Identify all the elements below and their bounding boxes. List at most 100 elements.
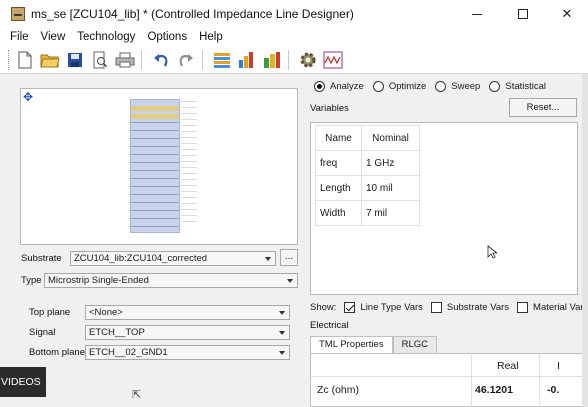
mode-sweep-radio[interactable]: Sweep xyxy=(435,81,480,92)
mouse-pointer-icon xyxy=(487,245,497,259)
column-header-real: Real xyxy=(497,360,519,372)
top-plane-select[interactable]: <None> xyxy=(85,305,290,320)
move-icon[interactable]: ✥ xyxy=(23,90,33,104)
open-folder-icon xyxy=(40,54,60,67)
tab-tml-properties[interactable]: TML Properties xyxy=(310,336,393,353)
radio-icon xyxy=(489,81,501,92)
maximize-button[interactable] xyxy=(500,0,546,28)
stackup-layer xyxy=(131,202,179,203)
var-name: Length xyxy=(315,175,362,201)
top-plane-value: <None> xyxy=(89,307,123,318)
menu-bar: File View Technology Options Help xyxy=(0,28,588,46)
type-value: Microstrip Single-Ended xyxy=(48,275,149,286)
stackup-icon xyxy=(214,52,230,68)
var-nominal[interactable]: 7 mil xyxy=(361,200,420,226)
stackup-layer xyxy=(131,114,179,119)
stackup-layer xyxy=(131,138,179,139)
stackup-layer xyxy=(131,162,179,163)
substrate-label: Substrate xyxy=(21,253,62,264)
show-options-row: Show: Line Type Vars Substrate Vars Mate… xyxy=(310,302,588,313)
mode-optimize-label: Optimize xyxy=(388,81,427,92)
stackup-layer xyxy=(131,226,179,227)
save-button[interactable] xyxy=(64,49,86,71)
menu-file[interactable]: File xyxy=(10,31,29,43)
radio-selected-icon xyxy=(314,81,325,92)
print-preview-button[interactable] xyxy=(89,49,111,71)
var-name: Width xyxy=(315,200,362,226)
mode-statistical-radio[interactable]: Statistical xyxy=(489,81,546,92)
settings-button[interactable] xyxy=(297,49,319,71)
bar-chart-icon xyxy=(239,51,253,68)
minimize-icon xyxy=(472,13,482,15)
checkbox-checked-icon xyxy=(344,302,356,313)
print-button[interactable] xyxy=(114,49,136,71)
open-button[interactable] xyxy=(39,49,61,71)
type-label: Type xyxy=(21,275,42,286)
substrate-vars-label: Substrate Vars xyxy=(446,302,510,313)
zc-label: Zc (ohm) xyxy=(317,384,359,396)
substrate-select[interactable]: ZCU104_lib:ZCU104_corrected xyxy=(70,251,276,266)
menu-technology[interactable]: Technology xyxy=(77,31,135,43)
undo-button[interactable] xyxy=(150,49,172,71)
dropdown-arrow-icon xyxy=(265,257,271,261)
stackup-canvas[interactable]: ✥ xyxy=(20,88,298,245)
undo-icon xyxy=(154,53,168,66)
line-type-vars-label: Line Type Vars xyxy=(360,302,423,313)
column-header-nominal: Nominal xyxy=(361,125,420,151)
var-nominal[interactable]: 1 GHz xyxy=(361,150,420,176)
mouse-cursor-icon: ⇱ xyxy=(132,389,142,401)
signal-select[interactable]: ETCH__TOP xyxy=(85,325,290,340)
stackup-layer-labels xyxy=(181,101,197,225)
bar-chart-button[interactable] xyxy=(236,49,258,71)
stackup-layer xyxy=(131,130,179,131)
close-button[interactable]: ✕ xyxy=(546,0,588,28)
stackup-layer xyxy=(131,194,179,195)
maximize-icon xyxy=(518,9,528,19)
checkbox-icon xyxy=(517,302,529,313)
videos-overlay-button[interactable]: VIDEOS xyxy=(0,367,46,397)
waveform-icon xyxy=(323,51,343,68)
dropdown-arrow-icon xyxy=(279,311,285,315)
bottom-plane-select[interactable]: ETCH__02_GND1 xyxy=(85,345,290,360)
column-divider xyxy=(539,354,540,407)
mode-analyze-radio[interactable]: Analyze xyxy=(314,81,364,92)
mode-optimize-radio[interactable]: Optimize xyxy=(372,81,427,92)
substrate-vars-checkbox[interactable]: Substrate Vars xyxy=(430,302,510,313)
toolbar-grip[interactable] xyxy=(8,49,11,70)
top-plane-label: Top plane xyxy=(29,307,71,318)
radio-icon xyxy=(372,81,384,92)
stackup-diagram xyxy=(130,99,180,233)
chart-button[interactable] xyxy=(261,49,283,71)
substrate-browse-button[interactable]: ... xyxy=(280,249,298,266)
window-title: ms_se [ZCU104_lib] * (Controlled Impedan… xyxy=(31,7,354,21)
print-icon xyxy=(115,52,135,67)
tab-rlgc[interactable]: RLGC xyxy=(392,336,437,353)
menu-view[interactable]: View xyxy=(41,31,66,43)
stackup-layer xyxy=(131,170,179,171)
reset-button[interactable]: Reset... xyxy=(509,98,577,117)
stackup-layer xyxy=(131,218,179,219)
material-vars-checkbox[interactable]: Material Vars xyxy=(517,302,588,313)
menu-help[interactable]: Help xyxy=(199,31,223,43)
stackup-layer xyxy=(131,186,179,187)
minimize-button[interactable] xyxy=(454,0,500,28)
var-name: freq xyxy=(315,150,362,176)
settings-gear-icon xyxy=(300,52,316,67)
stackup-layer xyxy=(131,210,179,211)
toolbar-separator xyxy=(202,49,203,70)
var-nominal[interactable]: 10 mil xyxy=(361,175,420,201)
zc-real-value: 46.1201 xyxy=(475,384,513,396)
menu-options[interactable]: Options xyxy=(147,31,187,43)
stackup-button[interactable] xyxy=(211,49,233,71)
toolbar xyxy=(0,46,588,74)
show-label: Show: xyxy=(310,302,337,313)
waveform-button[interactable] xyxy=(322,49,344,71)
title-bar: ms_se [ZCU104_lib] * (Controlled Impedan… xyxy=(0,0,588,28)
column-divider xyxy=(471,354,472,407)
mode-sweep-label: Sweep xyxy=(451,81,481,92)
type-select[interactable]: Microstrip Single-Ended xyxy=(44,273,298,288)
redo-button[interactable] xyxy=(175,49,197,71)
line-type-vars-checkbox[interactable]: Line Type Vars xyxy=(344,302,423,313)
variables-label: Variables xyxy=(310,103,349,114)
new-file-button[interactable] xyxy=(14,49,36,71)
